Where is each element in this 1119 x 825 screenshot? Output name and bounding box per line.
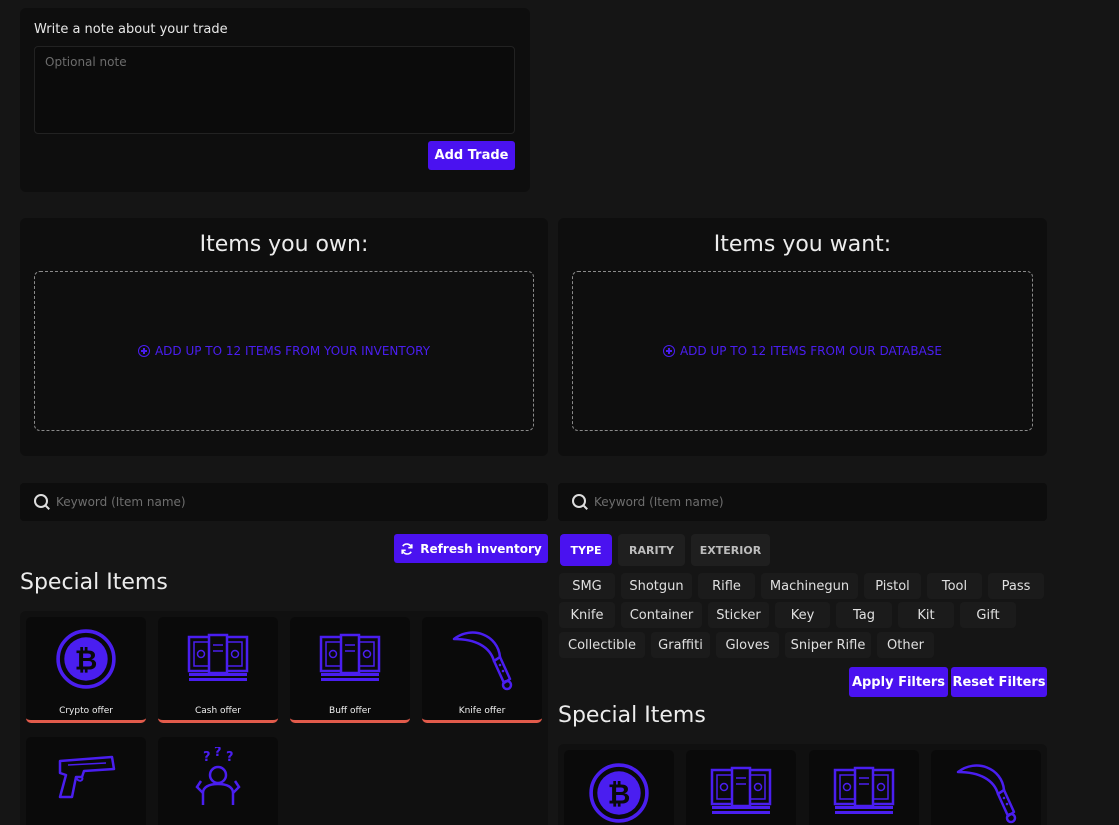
own-dropzone-text: ADD UP TO 12 ITEMS FROM YOUR INVENTORY — [154, 344, 431, 358]
cash-icon — [319, 633, 381, 683]
type-chip[interactable]: Gloves — [716, 632, 779, 658]
want-special-items-title: Special Items — [558, 703, 706, 728]
items-own-panel: Items you own: ADD UP TO 12 ITEMS FROM Y… — [20, 218, 548, 456]
bitcoin-icon — [589, 763, 649, 823]
special-item-label: Knife offer — [458, 706, 506, 716]
refresh-icon — [401, 542, 413, 555]
type-chip[interactable]: Graffiti — [651, 632, 710, 658]
type-chip[interactable]: Machinegun — [761, 573, 858, 599]
reset-filters-button[interactable]: Reset Filters — [951, 667, 1047, 697]
search-icon — [570, 492, 590, 512]
type-chip[interactable]: Sniper Rifle — [785, 632, 871, 658]
apply-filters-button[interactable]: Apply Filters — [849, 667, 948, 697]
confused-person-icon — [195, 747, 241, 807]
items-want-panel: Items you want: ADD UP TO 12 ITEMS FROM … — [558, 218, 1047, 456]
special-item-card[interactable]: Buff offer — [290, 617, 410, 723]
add-trade-button[interactable]: Add Trade — [428, 141, 515, 170]
special-item-card[interactable]: Cash offer — [158, 617, 278, 723]
add-own-items-dropzone[interactable]: ADD UP TO 12 ITEMS FROM YOUR INVENTORY — [34, 271, 534, 431]
trade-note-panel: Write a note about your trade Add Trade — [20, 8, 530, 192]
type-chip[interactable]: Shotgun — [621, 573, 692, 599]
cash-icon — [833, 766, 895, 816]
want-dropzone-text: ADD UP TO 12 ITEMS FROM OUR DATABASE — [679, 344, 943, 358]
bitcoin-icon — [56, 629, 116, 689]
type-chip[interactable]: Pass — [988, 573, 1044, 599]
type-chip[interactable]: Pistol — [864, 573, 921, 599]
refresh-inventory-label: Refresh inventory — [420, 541, 542, 556]
type-chip[interactable]: Rifle — [698, 573, 755, 599]
cash-icon — [710, 766, 772, 816]
special-item-card[interactable] — [809, 750, 919, 825]
items-want-title: Items you want: — [713, 232, 892, 257]
items-own-title: Items you own: — [199, 232, 369, 257]
tab-exterior[interactable]: EXTERIOR — [691, 534, 770, 566]
special-item-card[interactable]: Crypto offer — [26, 617, 146, 723]
special-item-card[interactable] — [564, 750, 674, 825]
tab-rarity[interactable]: RARITY — [618, 534, 685, 566]
want-special-items-grid — [558, 744, 1047, 825]
filter-tabs: TYPE RARITY EXTERIOR — [560, 534, 770, 566]
special-item-label: Crypto offer — [59, 706, 113, 716]
own-special-items-grid: Crypto offer Cash offer Buff offer Knife… — [20, 611, 548, 825]
knife-icon — [452, 631, 513, 691]
tab-type[interactable]: TYPE — [560, 534, 612, 566]
special-item-card[interactable]: Knife offer — [422, 617, 542, 723]
special-item-card[interactable] — [158, 737, 278, 825]
type-chip[interactable]: Sticker — [708, 602, 769, 628]
type-chip[interactable]: Collectible — [559, 632, 645, 658]
type-chip[interactable]: Tag — [836, 602, 892, 628]
type-chip[interactable]: Gift — [960, 602, 1016, 628]
cash-icon — [187, 633, 249, 683]
own-search-input[interactable] — [52, 495, 548, 509]
knife-icon — [956, 764, 1017, 824]
plus-circle-icon — [137, 345, 150, 357]
own-special-items-title: Special Items — [20, 570, 168, 595]
refresh-inventory-button[interactable]: Refresh inventory — [394, 534, 548, 563]
type-chip[interactable]: Tool — [927, 573, 982, 599]
type-chip[interactable]: SMG — [559, 573, 615, 599]
note-textarea[interactable] — [34, 46, 515, 134]
type-chip[interactable]: Knife — [559, 602, 615, 628]
pistol-icon — [58, 755, 116, 799]
plus-circle-icon — [662, 345, 675, 357]
own-search-bar — [20, 483, 548, 521]
add-want-items-dropzone[interactable]: ADD UP TO 12 ITEMS FROM OUR DATABASE — [572, 271, 1033, 431]
type-chip[interactable]: Other — [877, 632, 934, 658]
special-item-label: Buff offer — [329, 706, 371, 716]
special-item-card[interactable] — [26, 737, 146, 825]
special-item-card[interactable] — [686, 750, 796, 825]
want-search-input[interactable] — [590, 495, 1047, 509]
search-icon — [32, 492, 52, 512]
special-item-label: Cash offer — [195, 706, 241, 716]
note-label: Write a note about your trade — [34, 22, 228, 37]
special-item-card[interactable] — [931, 750, 1041, 825]
want-search-bar — [558, 483, 1047, 521]
type-chip[interactable]: Container — [621, 602, 702, 628]
type-chip[interactable]: Kit — [898, 602, 954, 628]
type-chip[interactable]: Key — [775, 602, 830, 628]
